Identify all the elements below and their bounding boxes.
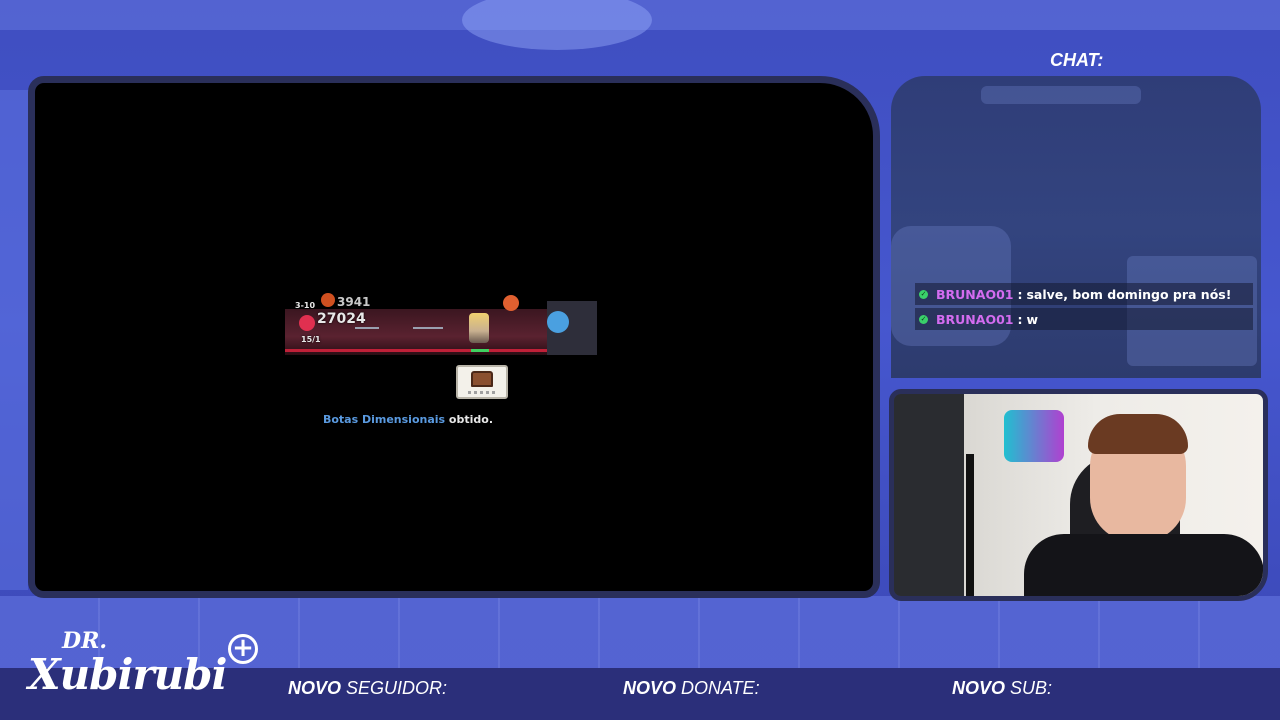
new-follower-label: NOVO SEGUIDOR:	[288, 678, 448, 698]
battle-redline	[285, 349, 547, 352]
gold-value: 3941	[337, 295, 371, 309]
counter-label: 15/1	[301, 335, 321, 344]
chest-body	[471, 371, 493, 387]
chat-title: CHAT:	[1050, 50, 1104, 70]
chest-dots	[468, 391, 498, 394]
chest-icon	[456, 365, 508, 399]
enemy-orb-icon	[503, 295, 519, 311]
damage-value: 27024	[317, 311, 366, 327]
hp-orb-icon	[299, 315, 315, 331]
hero-sprite	[469, 313, 489, 343]
verified-check-icon: ✓	[919, 314, 928, 324]
loot-suffix: obtido.	[445, 413, 493, 426]
chat-message: ✓ BRUNAO01 : w	[915, 308, 1253, 330]
chat-text: w	[1026, 311, 1039, 327]
chat-username: BRUNAO01	[936, 286, 1014, 302]
stage-label: 3-10	[295, 301, 316, 310]
game-capture-window: 3-10 3941 27024 15/1 Botas Dimensionais …	[28, 76, 880, 598]
webcam-person-shirt	[1024, 534, 1263, 596]
webcam-mic-stand	[894, 394, 964, 596]
verified-check-icon: ✓	[919, 289, 928, 299]
arrow-projectile	[355, 327, 379, 329]
fire-orb-icon	[321, 293, 335, 307]
loot-item-name: Botas Dimensionais	[322, 413, 446, 426]
chat-panel: ✓ BRUNAO01 : salve, bom domingo pra nós!…	[891, 76, 1261, 378]
channel-logo: Xubirubi	[28, 650, 227, 699]
webcam-microphone	[1004, 410, 1064, 462]
webcam-stand-pole	[966, 454, 974, 596]
webcam-frame	[889, 389, 1268, 601]
new-donate-label: NOVO DONATE:	[623, 678, 760, 698]
chat-username: BRUNAO01	[936, 311, 1014, 327]
new-sub-label: NOVO SUB:	[952, 678, 1053, 698]
battle-strip: 3-10 3941 27024 15/1	[285, 283, 597, 357]
chat-bg-lamp-arm	[981, 86, 1141, 104]
hero-hp-bar	[471, 349, 489, 352]
ceiling-lamp	[462, 0, 652, 50]
loot-message: Botas Dimensionais obtido.	[35, 413, 781, 426]
medical-plus-icon: +	[228, 634, 258, 664]
ice-orb-icon	[547, 311, 569, 333]
chat-message: ✓ BRUNAO01 : salve, bom domingo pra nós!	[915, 283, 1253, 305]
webcam-person-hair	[1088, 414, 1188, 454]
chat-text: salve, bom domingo pra nós!	[1026, 286, 1232, 302]
left-wall	[0, 90, 28, 590]
arrow-projectile	[413, 327, 443, 329]
